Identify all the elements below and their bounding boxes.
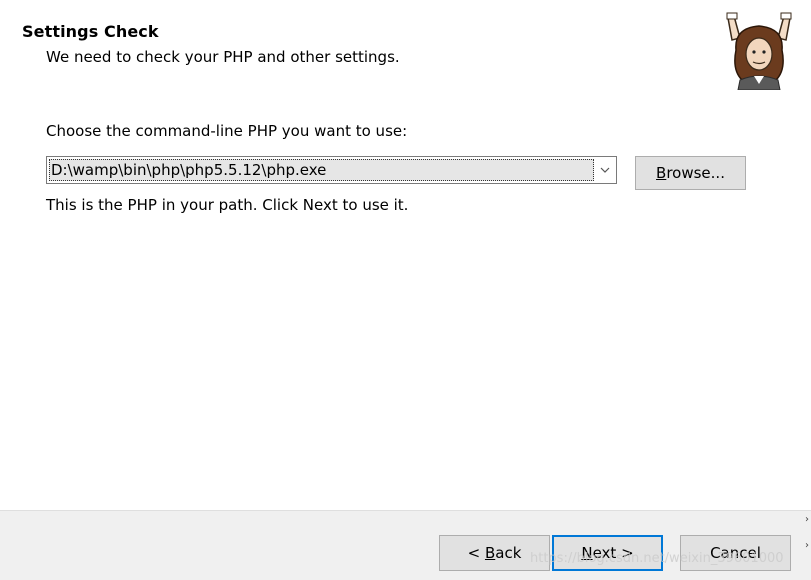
composer-logo-icon [724,10,794,91]
wizard-content: Choose the command-line PHP you want to … [0,100,811,510]
browse-mnemonic: B [656,164,667,182]
watermark-text: https://blog.csdn.net/weixin_39601000 [530,551,784,566]
page-subtitle: We need to check your PHP and other sett… [46,48,400,66]
wizard-header: Settings Check We need to check your PHP… [0,0,811,100]
back-prefix: < [467,544,485,562]
page-title: Settings Check [22,22,159,41]
installer-window: Settings Check We need to check your PHP… [0,0,811,580]
back-label-rest: ack [495,544,522,562]
browse-button[interactable]: Browse... [635,156,746,190]
php-path-combobox[interactable]: D:\wamp\bin\php\php5.5.12\php.exe [46,156,617,184]
wizard-footer: < Back Next > Cancel [0,510,811,580]
php-path-value[interactable]: D:\wamp\bin\php\php5.5.12\php.exe [49,159,594,181]
window-edge-mark: › [805,514,809,525]
php-path-hint: This is the PHP in your path. Click Next… [46,196,409,214]
window-edge-mark: › [805,540,809,551]
chevron-down-icon[interactable] [594,157,616,183]
php-prompt-label: Choose the command-line PHP you want to … [46,122,408,140]
back-mnemonic: B [484,544,496,562]
browse-label-rest: rowse... [666,164,725,182]
